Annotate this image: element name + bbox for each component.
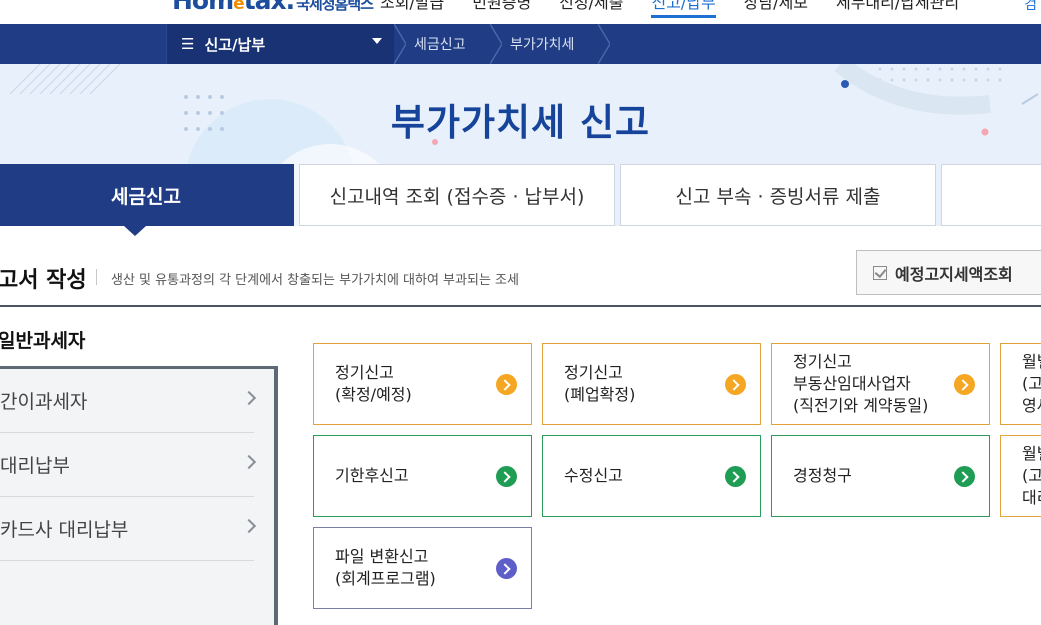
nav-item-lookup[interactable]: 조회/발급 bbox=[380, 0, 444, 18]
logo-e: e bbox=[233, 0, 244, 14]
checkbox-icon bbox=[873, 265, 887, 280]
card-regular-filing-real-estate[interactable]: 정기신고 부동산임대사업자 (직전기와 계약동일) bbox=[771, 343, 990, 425]
tab-tax-filing[interactable]: 세금신고 bbox=[0, 164, 294, 226]
section-divider bbox=[0, 305, 1041, 307]
sidebar-title-general-taxpayer[interactable]: 일반과세자 bbox=[0, 326, 85, 353]
chevron-right-icon bbox=[241, 518, 257, 534]
sidebar-item-label: 카드사 대리납부 bbox=[0, 519, 129, 541]
sidebar-item-label: 간이과세자 bbox=[0, 391, 88, 413]
breadcrumb-menu-label: 신고/납부 bbox=[204, 35, 266, 54]
sidebar-item-label: 대리납부 bbox=[0, 455, 70, 477]
card-label: 월별 (고 대리 bbox=[1022, 444, 1041, 507]
arrow-right-icon bbox=[496, 466, 517, 487]
breadcrumb-separator-icon bbox=[598, 24, 610, 64]
card-monthly-filing[interactable]: 월별 (고 영세 bbox=[1000, 343, 1041, 425]
nav-item-certificates[interactable]: 민원증명 bbox=[472, 0, 531, 18]
page: Hometax. 국세청홈택스 조회/발급 민원증명 신청/제출 신고/납부 상담… bbox=[0, 0, 1041, 625]
tab-attachments-submit[interactable]: 신고 부속 · 증빙서류 제출 bbox=[620, 164, 936, 226]
arrow-right-icon bbox=[725, 466, 746, 487]
global-nav: 조회/발급 민원증명 신청/제출 신고/납부 상담/제보 세무대리/납세관리 bbox=[380, 0, 987, 18]
card-label: 정기신고 (폐업확정) bbox=[564, 363, 636, 404]
section-title: 고서 작성 bbox=[0, 268, 87, 293]
logo-subtitle: 국세청홈택스 bbox=[296, 0, 374, 13]
search-glyph[interactable]: 검 bbox=[1024, 0, 1037, 14]
breadcrumb-menu-dropdown[interactable]: ☰ 신고/납부 bbox=[166, 24, 394, 64]
chevron-down-icon bbox=[372, 38, 382, 44]
chevron-right-icon bbox=[241, 454, 257, 470]
card-monthly-proxy[interactable]: 월별 (고 대리 bbox=[1000, 435, 1041, 517]
breadcrumb-separator-icon bbox=[394, 24, 406, 64]
card-label: 수정신고 bbox=[564, 466, 623, 485]
hamburger-icon: ☰ bbox=[181, 35, 195, 53]
card-label: 경정청구 bbox=[793, 466, 852, 485]
nav-item-apply[interactable]: 신청/제출 bbox=[559, 0, 623, 18]
sidebar-item-card-company-proxy[interactable]: 카드사 대리납부 bbox=[0, 497, 257, 561]
sidebar-menu: 간이과세자 대리납부 카드사 대리납부 bbox=[0, 366, 278, 625]
card-regular-filing-closure[interactable]: 정기신고 (폐업확정) bbox=[542, 343, 761, 425]
card-label: 파일 변환신고 (회계프로그램) bbox=[335, 547, 436, 588]
card-amended-filing[interactable]: 수정신고 bbox=[542, 435, 761, 517]
sidebar-item-simplified-taxpayer[interactable]: 간이과세자 bbox=[0, 369, 257, 433]
section-description: 생산 및 유통과정의 각 단계에서 창출되는 부가가치에 대하여 부과되는 조세 bbox=[111, 273, 519, 288]
arrow-right-icon bbox=[954, 466, 975, 487]
card-label: 정기신고 부동산임대사업자 (직전기와 계약동일) bbox=[793, 352, 929, 415]
card-correction-claim[interactable]: 경정청구 bbox=[771, 435, 990, 517]
arrow-right-icon bbox=[496, 374, 517, 395]
arrow-right-icon bbox=[496, 558, 517, 579]
logo-tax: tax. bbox=[243, 0, 295, 15]
logo-text: Hom bbox=[172, 0, 234, 15]
card-label: 기한후신고 bbox=[335, 466, 409, 485]
card-regular-filing-confirm[interactable]: 정기신고 (확정/예정) bbox=[313, 343, 532, 425]
tab-bar: 세금신고 신고내역 조회 (접수증 · 납부서) 신고 부속 · 증빙서류 제출 bbox=[0, 164, 1041, 226]
card-file-conversion-filing[interactable]: 파일 변환신고 (회계프로그램) bbox=[313, 527, 532, 609]
arrow-right-icon bbox=[954, 374, 975, 395]
top-header: Hometax. 국세청홈택스 조회/발급 민원증명 신청/제출 신고/납부 상담… bbox=[0, 0, 1041, 24]
tab-filing-history[interactable]: 신고내역 조회 (접수증 · 납부서) bbox=[299, 164, 615, 226]
prenotice-tax-lookup-button[interactable]: 예정고지세액조회 bbox=[856, 250, 1041, 295]
breadcrumb-bar: ☰ 신고/납부 세금신고 부가가치세 bbox=[0, 24, 1041, 64]
card-late-filing[interactable]: 기한후신고 bbox=[313, 435, 532, 517]
nav-item-filing[interactable]: 신고/납부 bbox=[651, 0, 716, 18]
section-title-divider bbox=[96, 269, 97, 285]
card-label: 월별 (고 영세 bbox=[1022, 352, 1041, 415]
card-label: 정기신고 (확정/예정) bbox=[335, 363, 412, 404]
chevron-right-icon bbox=[241, 390, 257, 406]
sidebar-item-proxy-payment[interactable]: 대리납부 bbox=[0, 433, 257, 497]
nav-item-consult[interactable]: 상담/제보 bbox=[744, 0, 808, 18]
tab-more[interactable] bbox=[941, 164, 1041, 226]
nav-item-agent[interactable]: 세무대리/납세관리 bbox=[836, 0, 959, 18]
breadcrumb-item-tax-filing[interactable]: 세금신고 bbox=[414, 24, 466, 64]
breadcrumb-item-vat[interactable]: 부가가치세 bbox=[510, 24, 574, 64]
active-tab-pointer bbox=[124, 226, 146, 236]
breadcrumb-separator-icon bbox=[490, 24, 502, 64]
hometax-logo[interactable]: Hometax. 국세청홈택스 bbox=[172, 0, 374, 15]
page-title: 부가가치세 신고 bbox=[390, 101, 651, 144]
prenotice-tax-lookup-label: 예정고지세액조회 bbox=[895, 264, 1013, 284]
arrow-right-icon bbox=[725, 374, 746, 395]
